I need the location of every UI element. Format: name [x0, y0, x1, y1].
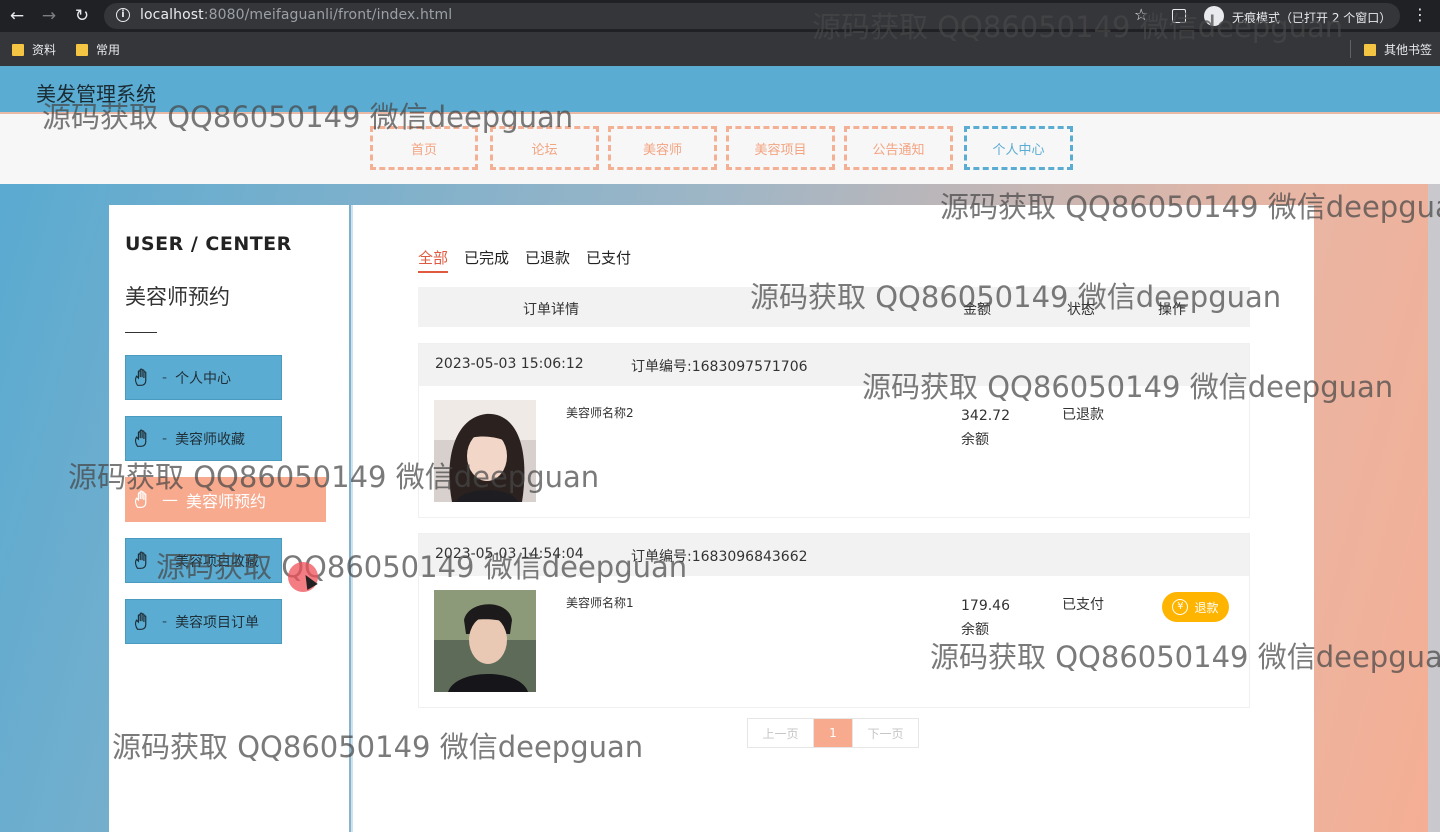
header-action: 操作 [1158, 302, 1186, 318]
orders-table-header: 订单详情 金额 状态 操作 [418, 287, 1250, 327]
order-card-body: 美容师名称1 179.46 余额 已支付 ¥ 退款 [419, 576, 1249, 708]
nav-notices[interactable]: 公告通知 [844, 126, 953, 170]
order-number: 订单编号:1683097571706 [631, 359, 808, 375]
hand-icon [134, 367, 147, 386]
folder-icon [76, 43, 88, 56]
address-bar[interactable]: i localhost:8080/meifaguanli/front/index… [104, 3, 1400, 29]
sidebar-divider [125, 332, 157, 333]
yen-icon: ¥ [1172, 599, 1189, 615]
sidebar-item-label: 美容师预约 [186, 491, 267, 511]
orders-panel: 全部 已完成 已退款 已支付 订单详情 金额 状态 操作 2023-05-03 … [351, 205, 1314, 832]
bookmark-folder-changyong[interactable]: 常用 [76, 41, 120, 58]
other-bookmarks[interactable]: 其他书签 [1364, 41, 1432, 58]
sidebar-item-project-orders[interactable]: - 美容项目订单 [125, 599, 282, 644]
order-amount: 342.72 余额 [961, 408, 1010, 448]
order-status: 已退款 [1062, 407, 1104, 423]
next-page-button[interactable]: 下一页 [852, 719, 918, 747]
site-title: 美发管理系统 [36, 82, 156, 106]
order-amount: 179.46 余额 [961, 598, 1010, 638]
order-number: 订单编号:1683096843662 [631, 549, 808, 565]
main-nav: 首页 论坛 美容师 美容项目 公告通知 个人中心 [0, 114, 1440, 184]
url-text[interactable]: localhost:8080/meifaguanli/front/index.h… [140, 7, 452, 23]
bookmarks-divider [1350, 40, 1351, 58]
sidebar-item-personal-center[interactable]: - 个人中心 [125, 355, 282, 400]
page-1-button[interactable]: 1 [814, 719, 852, 747]
bookmarks-bar: 资料 常用 其他书签 [0, 32, 1440, 66]
beautician-photo[interactable] [434, 590, 536, 692]
tab-refunded[interactable]: 已退款 [525, 247, 570, 273]
beautician-photo[interactable] [434, 400, 536, 502]
folder-icon [12, 43, 24, 56]
hand-icon [134, 550, 147, 569]
tab-all[interactable]: 全部 [418, 247, 449, 273]
site-header: 美发管理系统 [0, 66, 1440, 114]
page-scrollbar[interactable] [1428, 184, 1440, 832]
nav-forum[interactable]: 论坛 [490, 126, 599, 170]
order-card-header: 2023-05-03 14:54:04 订单编号:1683096843662 [419, 534, 1249, 576]
bookmark-star-icon[interactable]: ☆ [1134, 5, 1148, 24]
order-card: 2023-05-03 14:54:04 订单编号:1683096843662 美… [418, 533, 1250, 708]
order-time: 2023-05-03 15:06:12 [435, 356, 584, 372]
sidebar-item-label: 个人中心 [175, 370, 232, 387]
nav-projects[interactable]: 美容项目 [726, 126, 835, 170]
forward-icon[interactable]: → [38, 5, 60, 27]
order-time: 2023-05-03 14:54:04 [435, 546, 584, 562]
nav-home[interactable]: 首页 [370, 126, 478, 170]
browser-titlebar: ← → ↻ i localhost:8080/meifaguanli/front… [0, 0, 1440, 32]
hand-icon [134, 489, 147, 508]
incognito-icon[interactable] [1204, 6, 1224, 26]
sidebar-subtitle: 美容师预约 [125, 285, 230, 309]
order-filter-tabs: 全部 已完成 已退款 已支付 [418, 247, 631, 273]
sidebar-item-label: 美容项目收藏 [175, 553, 260, 570]
sidebar-item-label: 美容项目订单 [175, 614, 260, 631]
user-sidebar: USER / CENTER 美容师预约 - 个人中心 - 美容师收藏 — 美容师… [109, 205, 349, 832]
tab-paid[interactable]: 已支付 [586, 247, 631, 273]
more-menu-icon[interactable]: ⋮ [1412, 5, 1428, 24]
order-card: 2023-05-03 15:06:12 订单编号:1683097571706 美… [418, 343, 1250, 518]
nav-personal-center[interactable]: 个人中心 [964, 126, 1073, 170]
folder-icon [1364, 43, 1376, 56]
order-card-header: 2023-05-03 15:06:12 订单编号:1683097571706 [419, 344, 1249, 386]
hand-icon [134, 611, 147, 630]
sidebar-item-project-favorites[interactable]: - 美容项目收藏 [125, 538, 282, 583]
bookmark-folder-ziliao[interactable]: 资料 [12, 41, 56, 58]
header-status: 状态 [1067, 302, 1095, 318]
beautician-name: 美容师名称1 [566, 596, 634, 610]
reload-icon[interactable]: ↻ [71, 5, 93, 27]
hand-icon [134, 428, 147, 447]
header-amount: 金额 [963, 302, 991, 318]
site-info-icon[interactable]: i [116, 8, 130, 22]
nav-beauticians[interactable]: 美容师 [608, 126, 717, 170]
sidebar-item-label: 美容师收藏 [175, 431, 246, 448]
order-card-body: 美容师名称2 342.72 余额 已退款 [419, 386, 1249, 518]
header-order-detail: 订单详情 [523, 302, 579, 318]
incognito-label[interactable]: 无痕模式（已打开 2 个窗口） [1232, 9, 1391, 26]
order-status: 已支付 [1062, 597, 1104, 613]
pagination: 上一页 1 下一页 [747, 718, 919, 748]
tab-completed[interactable]: 已完成 [464, 247, 509, 273]
reading-list-icon[interactable] [1172, 9, 1186, 23]
beautician-name: 美容师名称2 [566, 406, 634, 420]
prev-page-button[interactable]: 上一页 [748, 719, 814, 747]
sidebar-item-beautician-favorites[interactable]: - 美容师收藏 [125, 416, 282, 461]
back-icon[interactable]: ← [6, 5, 28, 27]
sidebar-title: USER / CENTER [125, 233, 292, 255]
refund-button[interactable]: ¥ 退款 [1162, 592, 1229, 622]
sidebar-item-beautician-booking[interactable]: — 美容师预约 [125, 477, 326, 522]
